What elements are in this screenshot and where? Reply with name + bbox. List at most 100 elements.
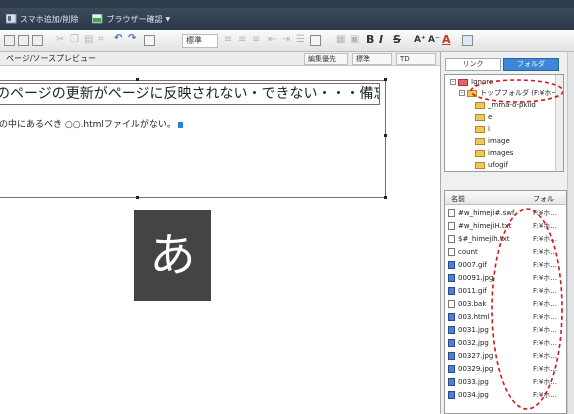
annotation-ellipse-tree [470,79,563,103]
sumaho-add-button[interactable]: スマホ追加/削除 [5,13,79,25]
bold-button[interactable]: B [366,33,374,46]
tree-item-label: e [488,113,493,121]
image-file-icon [448,339,455,347]
file-list-header: 名前 フォル [445,191,566,205]
outdent-icon[interactable]: ⇥ [282,34,290,45]
file-icon [448,209,455,217]
tree-item-e[interactable]: e [475,111,492,123]
folder-icon [475,149,485,157]
file-name: 0011.gif [458,287,487,295]
tree-item-label: i [488,125,490,133]
align-right-icon[interactable]: ≡ [252,34,260,45]
folder-icon [475,125,485,133]
title-bar [0,0,574,8]
annotation-ellipse-files [491,208,563,410]
hiragana-glyph-image: あ [134,210,211,301]
font-grow-button[interactable]: A⁺ [414,35,426,45]
td-select[interactable]: TD [396,53,436,65]
image-file-icon [448,261,455,269]
highlight-icon[interactable] [462,35,473,46]
paste-icon[interactable]: ▤ [84,34,93,45]
image-file-icon [448,352,455,360]
html-file-icon [448,313,455,321]
sumaho-add-label: スマホ追加/削除 [20,14,79,24]
tree-item-images[interactable]: images [475,147,513,159]
window-scrollbar[interactable] [567,52,574,414]
image-file-icon [448,287,455,295]
body-paragraph[interactable]: の中にあるべき ○○.htmlファイルがない。 [0,117,183,130]
special-folder-icon [458,78,468,86]
folder-icon [475,161,485,169]
resize-handle-bottom[interactable] [136,196,139,199]
file-name: 0031.jpg [458,326,489,334]
caret-marker-icon [177,121,183,128]
paragraph-style-select[interactable]: 標準 [182,34,218,48]
file-name: 0033.jpg [458,378,489,386]
tab-page-source[interactable]: ページ/ソース [6,53,56,64]
column-folder[interactable]: フォル [533,194,554,204]
open-icon[interactable] [18,35,29,46]
image-file-icon [448,391,455,399]
cut-icon[interactable]: ✂ [56,34,64,45]
resize-handle-top[interactable] [136,78,139,81]
file-name: 003.bak [458,300,487,308]
edit-mode-icon[interactable] [144,35,155,46]
tree-item-i[interactable]: i [475,123,490,135]
column-name[interactable]: 名前 [451,194,465,204]
font-shrink-button[interactable]: A⁻ [428,35,440,45]
save-icon[interactable] [32,35,43,46]
list-style-icon[interactable] [310,35,321,46]
undo-icon[interactable]: ↶ [114,33,122,44]
tree-item-label: images [488,149,514,157]
file-name: count [458,248,478,256]
file-icon [448,235,455,243]
browser-check-arrow: ▼ [165,15,171,23]
browser-icon [91,13,103,24]
file-name: 003.html [458,313,490,321]
tree-item-image[interactable]: image [475,135,510,147]
app-window: スマホ追加/削除 ブラウザー確認 ▼ ✂ ❐ ▤ ⌗ ↶ ↷ 標準 ≡ ≡ ≡ … [0,0,574,414]
standard-select[interactable]: 標準 [352,53,392,65]
content-frame[interactable]: のページの更新がページに反映されない・できない・・・備忘録 の中にあるべき ○○… [0,80,386,198]
resize-handle-right[interactable] [384,134,387,137]
new-page-icon[interactable] [4,35,15,46]
file-name: 0034.jpg [458,391,489,399]
image-insert-icon[interactable]: ▣ [350,34,359,45]
strike-button[interactable]: S [393,33,401,46]
folder-icon [475,113,485,121]
edit-priority-select[interactable]: 編集優先 [304,53,348,65]
tab-preview[interactable]: プレビュー [56,53,96,64]
file-icon [448,222,455,230]
image-file-icon [448,365,455,373]
align-center-icon[interactable]: ≡ [238,34,246,45]
folder-tree[interactable]: - Ignore - トップフォルダ (F:¥ホームペ _mma-o-pkiid e… [444,74,564,172]
copy-icon[interactable]: ❐ [70,34,79,45]
browser-check-button[interactable]: ブラウザー確認 ▼ [91,13,171,25]
view-bar: ページ/ソース プレビュー 編集優先 標準 TD [0,52,440,66]
browser-check-label: ブラウザー確認 [106,14,163,24]
body-paragraph-text: の中にあるべき ○○.htmlファイルがない。 [0,120,176,130]
list-icon[interactable]: ☰ [296,34,305,45]
editor-area[interactable]: のページの更新がページに反映されない・できない・・・備忘録 の中にあるべき ○○… [0,66,440,414]
font-color-button[interactable]: A [442,33,451,46]
file-list[interactable]: 名前 フォル #w_himeji#.swf F:¥ホ... #w_himejiH.… [444,190,567,414]
tree-item-ufogif[interactable]: ufogif [475,159,508,171]
file-name: 0032.jpg [458,339,489,347]
table-icon[interactable]: ▦ [336,34,345,45]
format-copy-icon[interactable]: ⌗ [98,34,104,45]
tab-link[interactable]: リンク [445,58,501,71]
side-panel: リンク フォルダ - Ignore - トップフォルダ (F:¥ホームペ _mma-… [441,52,567,414]
top-toolbar: スマホ追加/削除 ブラウザー確認 ▼ [0,8,574,30]
resize-handle-top-right[interactable] [384,78,387,81]
page-heading[interactable]: のページの更新がページに反映されない・できない・・・備忘録 [0,83,380,105]
file-name: 0007.gif [458,261,487,269]
redo-icon[interactable]: ↷ [128,33,136,44]
format-toolbar: ✂ ❐ ▤ ⌗ ↶ ↷ 標準 ≡ ≡ ≡ ⇤ ⇥ ☰ ▦ ▣ B I S A⁺ … [0,30,574,52]
tab-folder[interactable]: フォルダ [503,58,559,71]
smartphone-icon [5,13,17,24]
indent-icon[interactable]: ⇤ [268,34,276,45]
italic-button[interactable]: I [379,33,383,46]
image-file-icon [448,326,455,334]
resize-handle-bottom-right[interactable] [384,196,387,199]
align-left-icon[interactable]: ≡ [224,34,232,45]
